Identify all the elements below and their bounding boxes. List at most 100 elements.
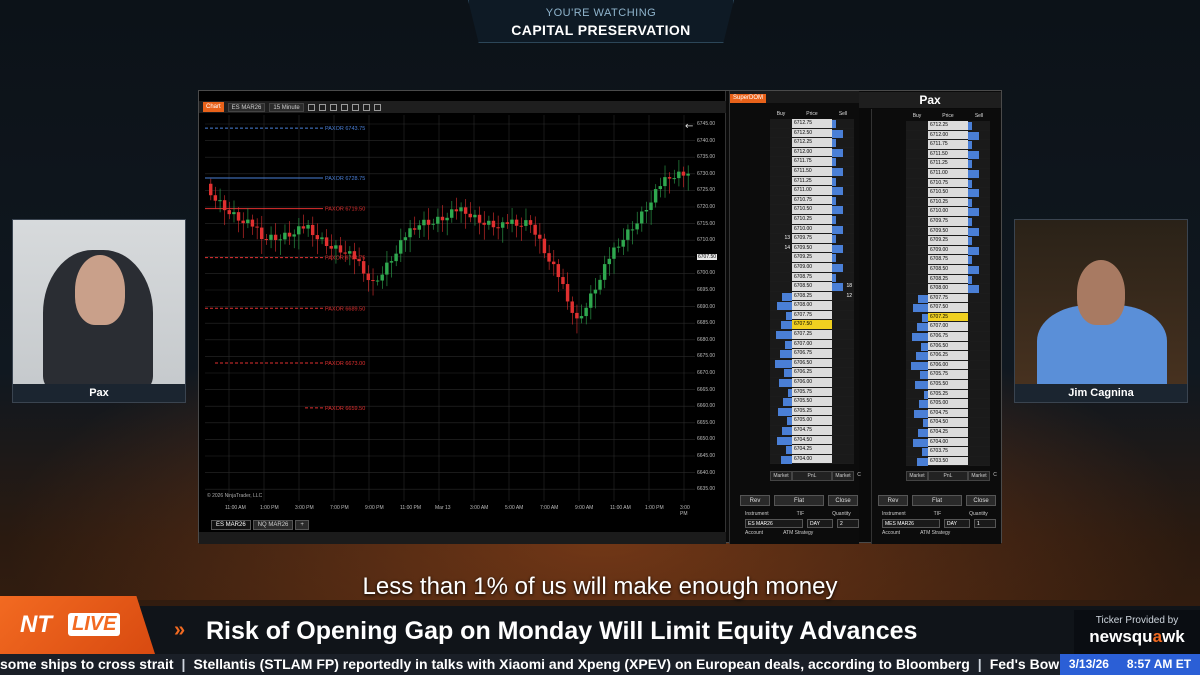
sell-cell[interactable] <box>832 416 854 425</box>
ladder-row[interactable]: 6704.00 <box>770 454 854 465</box>
ladder-row[interactable]: 6710.50 <box>906 188 990 198</box>
sell-cell[interactable] <box>832 119 854 128</box>
instrument-selector[interactable]: ES MAR26 <box>227 102 266 112</box>
ladder-row[interactable]: 6711.50 <box>906 149 990 160</box>
buy-cell[interactable] <box>770 291 792 301</box>
buy-cell[interactable] <box>906 140 928 149</box>
ladder-row[interactable]: 6709.75 <box>906 216 990 227</box>
cancel-label[interactable]: C <box>854 471 864 481</box>
buy-cell[interactable] <box>906 178 928 188</box>
tif-select[interactable]: DAY <box>944 519 970 528</box>
buy-cell[interactable] <box>906 236 928 245</box>
ladder-row[interactable]: 6704.75 <box>906 408 990 419</box>
ladder-row[interactable]: 6709.00 <box>770 262 854 273</box>
sell-cell[interactable] <box>968 303 990 312</box>
sell-cell[interactable] <box>968 264 990 274</box>
ladder-row[interactable]: 6712.50 <box>770 128 854 139</box>
sell-cell[interactable] <box>832 205 854 215</box>
chart-tab[interactable]: Chart <box>203 102 224 112</box>
buy-cell[interactable] <box>770 358 792 368</box>
sell-cell[interactable] <box>832 272 854 282</box>
buy-cell[interactable] <box>770 147 792 157</box>
sell-cell[interactable] <box>832 138 854 148</box>
buy-cell[interactable] <box>770 262 792 272</box>
ladder-row[interactable]: 6712.25 <box>770 138 854 148</box>
ladder-row[interactable]: 6707.50 <box>906 303 990 313</box>
ladder-row[interactable]: 6712.25 <box>906 121 990 131</box>
ladder-row[interactable]: 6708.25 <box>906 274 990 285</box>
sell-cell[interactable] <box>968 178 990 188</box>
interval-selector[interactable]: 15 Minute <box>269 102 304 112</box>
ladder-row[interactable]: 6711.25 <box>770 176 854 187</box>
sell-cell[interactable] <box>968 399 990 408</box>
ladder-row[interactable]: 6705.00 <box>906 399 990 409</box>
ladder-row[interactable]: 6710.50 <box>770 205 854 215</box>
ladder-row[interactable]: 6704.25 <box>906 428 990 438</box>
ladder-row[interactable]: 6706.00 <box>770 378 854 388</box>
sell-cell[interactable]: 18 <box>832 282 854 292</box>
sell-cell[interactable] <box>968 121 990 130</box>
sell-cell[interactable] <box>968 140 990 150</box>
buy-cell[interactable] <box>770 272 792 282</box>
ladder-row[interactable]: 6711.25 <box>906 159 990 169</box>
buy-cell[interactable] <box>770 166 792 176</box>
buy-cell[interactable] <box>906 245 928 255</box>
ladder-row[interactable]: 6710.25 <box>770 214 854 225</box>
buy-cell[interactable] <box>906 207 928 216</box>
ladder-row[interactable]: 6704.25 <box>770 445 854 455</box>
ladder-row[interactable]: 6710.25 <box>906 197 990 208</box>
buy-cell[interactable] <box>906 351 928 361</box>
buy-cell[interactable] <box>906 322 928 332</box>
sell-cell[interactable] <box>832 128 854 138</box>
quantity-stepper[interactable]: 1 <box>974 519 996 528</box>
sell-cell[interactable] <box>832 397 854 406</box>
buy-cell[interactable] <box>770 224 792 234</box>
buy-cell[interactable] <box>906 418 928 428</box>
sell-cell[interactable] <box>968 159 990 169</box>
buy-cell[interactable] <box>770 119 792 128</box>
buy-cell[interactable] <box>906 188 928 197</box>
sell-cell[interactable] <box>832 234 854 244</box>
buy-cell[interactable] <box>770 426 792 435</box>
buy-cell[interactable] <box>770 416 792 426</box>
sell-cell[interactable] <box>832 320 854 330</box>
quantity-stepper[interactable]: 2 <box>837 519 859 528</box>
buy-cell[interactable] <box>770 406 792 416</box>
close-button[interactable]: Close <box>828 495 858 506</box>
sell-cell[interactable] <box>832 243 854 253</box>
ladder-row[interactable]: 6707.25 <box>770 330 854 340</box>
buy-cell[interactable] <box>906 284 928 293</box>
buy-cell[interactable] <box>770 320 792 330</box>
ladder-row[interactable]: 6707.25 <box>906 312 990 323</box>
sell-cell[interactable] <box>968 418 990 427</box>
sell-market-button[interactable]: Market <box>968 471 990 481</box>
ladder-row[interactable]: 6711.00 <box>906 168 990 179</box>
sell-cell[interactable] <box>968 197 990 207</box>
sell-cell[interactable] <box>968 130 990 140</box>
sell-cell[interactable] <box>832 445 854 454</box>
sell-cell[interactable] <box>968 274 990 284</box>
buy-cell[interactable] <box>770 349 792 359</box>
sell-cell[interactable] <box>968 332 990 341</box>
ladder-row[interactable]: 13 6709.75 <box>770 234 854 244</box>
buy-cell[interactable] <box>770 368 792 378</box>
reverse-button[interactable]: Rev <box>878 495 908 506</box>
buy-cell[interactable] <box>906 226 928 236</box>
buy-cell[interactable] <box>770 176 792 186</box>
ladder-row[interactable]: 6705.25 <box>906 389 990 400</box>
buy-cell[interactable] <box>770 214 792 224</box>
ladder-row[interactable]: 6703.75 <box>906 447 990 457</box>
buy-cell[interactable] <box>906 437 928 447</box>
buy-cell[interactable] <box>906 197 928 207</box>
buy-cell[interactable] <box>906 447 928 457</box>
sell-cell[interactable] <box>968 293 990 303</box>
sell-cell[interactable] <box>832 330 854 339</box>
buy-cell[interactable] <box>770 282 792 291</box>
ladder-row[interactable]: 6704.50 <box>906 418 990 428</box>
ladder-row[interactable]: 6708.00 <box>906 284 990 294</box>
ladder-row[interactable]: 6710.75 <box>770 195 854 206</box>
sell-cell[interactable] <box>968 428 990 437</box>
ladder-row[interactable]: 6710.00 <box>770 224 854 235</box>
buy-cell[interactable] <box>906 293 928 303</box>
sell-cell[interactable] <box>832 349 854 358</box>
